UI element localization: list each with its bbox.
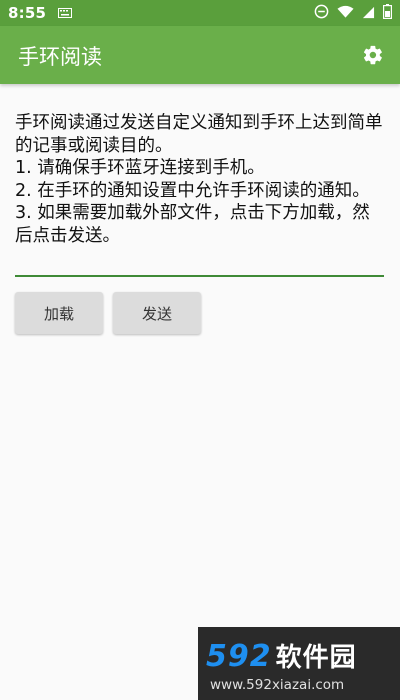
app-bar: 手环阅读 [0, 26, 400, 84]
battery-icon [383, 3, 393, 23]
wifi-icon [337, 4, 354, 23]
watermark-brand-number: 592 [206, 639, 272, 674]
keyboard-icon [58, 8, 73, 18]
watermark-brand: 592 软件园 [206, 637, 357, 674]
main-content: 手环阅读通过发送自定义通知到手环上达到简单的记事或阅读目的。 1. 请确保手环蓝… [0, 84, 400, 700]
signal-icon [362, 4, 375, 23]
load-button[interactable]: 加载 [15, 292, 103, 334]
text-field-underline [15, 275, 384, 277]
do-not-disturb-icon [314, 4, 329, 23]
gear-icon[interactable] [362, 44, 384, 66]
watermark-logo: 592 软件园 www.592xiazai.com [198, 627, 400, 700]
message-text-field[interactable]: 手环阅读通过发送自定义通知到手环上达到简单的记事或阅读目的。 1. 请确保手环蓝… [15, 112, 383, 247]
app-title: 手环阅读 [18, 45, 102, 69]
watermark-url: www.592xiazai.com [210, 677, 345, 693]
send-button[interactable]: 发送 [113, 292, 201, 334]
status-bar: 8:55 [0, 0, 400, 26]
watermark-brand-text: 软件园 [275, 643, 357, 673]
status-time: 8:55 [8, 4, 47, 22]
